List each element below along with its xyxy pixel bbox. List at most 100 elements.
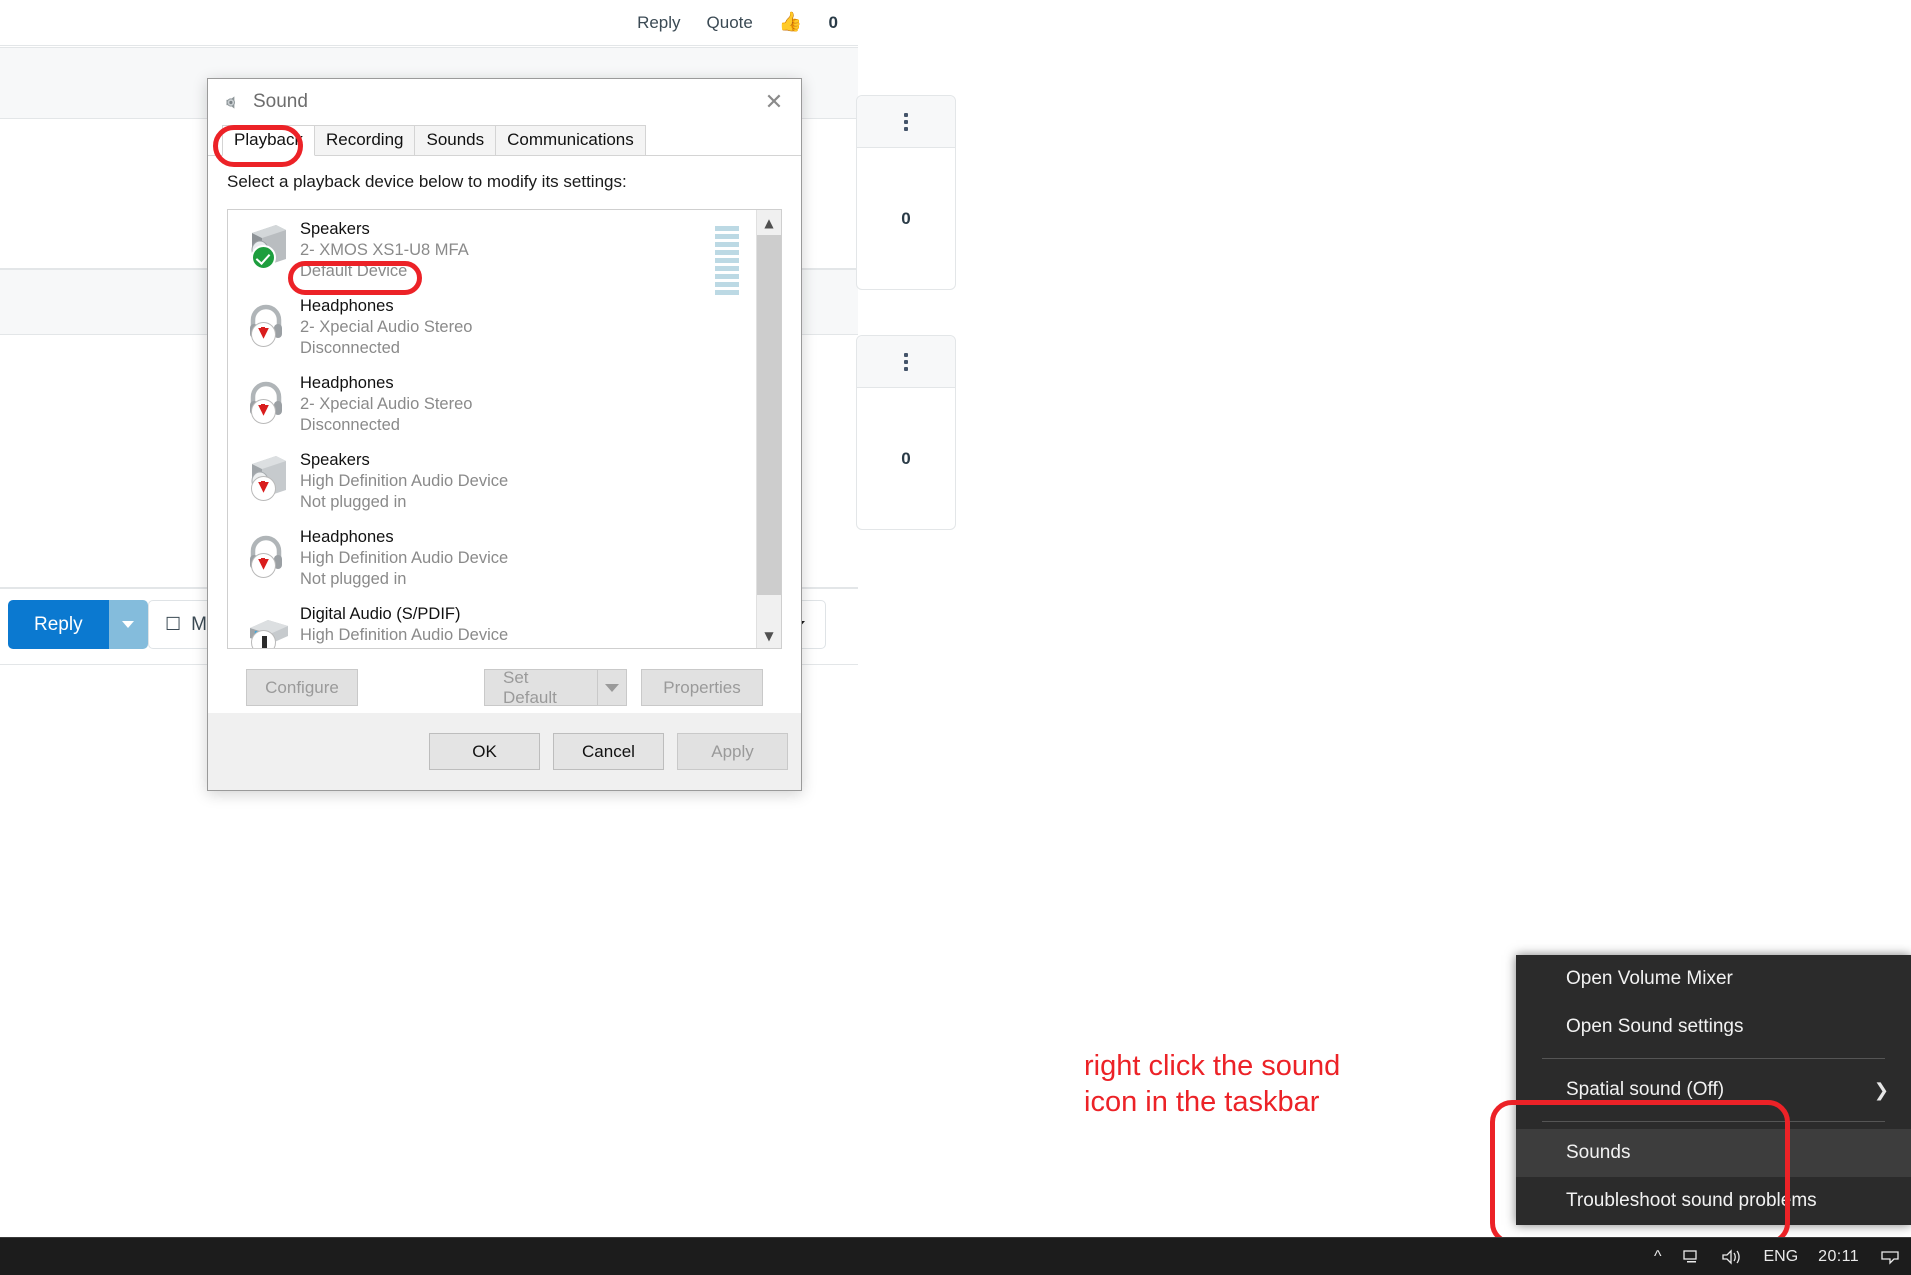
device-name: Headphones: [300, 528, 394, 546]
set-default-button[interactable]: Set Default: [484, 668, 597, 707]
volume-icon[interactable]: [1721, 1248, 1743, 1265]
device-driver: 2- Xpecial Audio Stereo: [300, 317, 473, 336]
playback-hint: Select a playback device below to modify…: [227, 172, 627, 191]
tab-recording[interactable]: Recording: [313, 124, 416, 155]
menu-item-open-sound-settings[interactable]: Open Sound settings: [1516, 1003, 1911, 1051]
network-icon[interactable]: [1681, 1249, 1701, 1265]
chevron-down-icon: [122, 621, 135, 628]
disconnected-arrow-icon: [251, 399, 276, 424]
device-status: Disconnected: [300, 415, 400, 434]
device-info: Headphones 2- Xpecial Audio Stereo Disco…: [300, 371, 472, 436]
card-menu-button[interactable]: [857, 96, 955, 148]
not-plugged-in-arrow-icon: [251, 553, 276, 578]
set-default-dropdown-button[interactable]: [597, 669, 627, 706]
post-reply-link[interactable]: Reply: [637, 13, 680, 33]
headphones-device-icon: [246, 294, 292, 347]
instruction-annotation: right click the sound icon in the taskba…: [1084, 1050, 1341, 1119]
menu-separator: [1542, 1121, 1885, 1122]
headphones-device-icon: [246, 371, 292, 424]
like-count: 0: [828, 12, 838, 32]
dialog-tabs: Playback Recording Sounds Communications: [208, 124, 801, 156]
default-device-check-icon: [251, 245, 276, 270]
sound-dialog: Sound ✕ Playback Recording Sounds Commun…: [207, 78, 802, 791]
device-name: Digital Audio (S/PDIF): [300, 605, 461, 623]
taskbar-clock[interactable]: 20:11: [1818, 1248, 1859, 1266]
reply-button-group[interactable]: Reply: [8, 600, 148, 649]
set-default-split-button[interactable]: Set Default: [484, 668, 627, 707]
device-driver: High Definition Audio Device: [300, 548, 509, 567]
device-list-scrollbar[interactable]: ▲ ▼: [756, 210, 781, 648]
reply-button[interactable]: Reply: [8, 600, 109, 649]
device-list-item[interactable]: Speakers 2- XMOS XS1-U8 MFA Default Devi…: [228, 210, 781, 295]
device-status: Disconnected: [300, 338, 400, 357]
chevron-up-icon[interactable]: ^: [1654, 1248, 1662, 1266]
post-action-row: Reply Quote 👍 0: [0, 0, 858, 46]
apply-button[interactable]: Apply: [677, 733, 788, 770]
volume-level-meter: [715, 226, 739, 295]
device-driver: High Definition Audio Device: [300, 471, 509, 490]
speaker-device-icon: [246, 217, 292, 270]
scrollbar-thumb[interactable]: [757, 235, 781, 595]
playback-device-list[interactable]: Speakers 2- XMOS XS1-U8 MFA Default Devi…: [227, 209, 782, 649]
headphones-device-icon: [246, 525, 292, 578]
menu-item-label: Spatial sound (Off): [1566, 1079, 1725, 1100]
close-icon[interactable]: ✕: [747, 79, 801, 125]
side-card: 0: [856, 95, 956, 290]
configure-button[interactable]: Configure: [246, 669, 358, 706]
chevron-up-icon[interactable]: ▲: [757, 210, 781, 235]
windows-taskbar: ^ ENG 20:11: [0, 1237, 1911, 1275]
device-info: Speakers 2- XMOS XS1-U8 MFA Default Devi…: [300, 217, 469, 282]
device-status: Disabled: [300, 646, 508, 648]
tab-playback[interactable]: Playback: [222, 124, 315, 156]
disabled-icon: [251, 630, 276, 648]
menu-item-open-volume-mixer[interactable]: Open Volume Mixer: [1516, 955, 1911, 1003]
device-name: Headphones: [300, 297, 394, 315]
language-indicator[interactable]: ENG: [1763, 1248, 1798, 1266]
action-center-icon[interactable]: [1879, 1249, 1901, 1265]
device-status: Default Device: [300, 261, 408, 280]
menu-separator: [1542, 1058, 1885, 1059]
device-driver: High Definition Audio Device: [300, 625, 509, 644]
device-list-item[interactable]: Headphones 2- Xpecial Audio Stereo Disco…: [228, 364, 781, 441]
device-list-item[interactable]: Speakers High Definition Audio Device No…: [228, 441, 781, 518]
dialog-titlebar: Sound ✕: [208, 79, 801, 125]
device-driver: 2- Xpecial Audio Stereo: [300, 394, 473, 413]
menu-item-troubleshoot-sound-problems[interactable]: Troubleshoot sound problems: [1516, 1177, 1911, 1225]
device-info: Headphones 2- Xpecial Audio Stereo Disco…: [300, 294, 472, 359]
device-name: Headphones: [300, 374, 394, 392]
tab-sounds[interactable]: Sounds: [414, 124, 497, 155]
card-count: 0: [901, 209, 911, 228]
device-list-item[interactable]: Headphones High Definition Audio Device …: [228, 518, 781, 595]
volume-tray-context-menu: Open Volume Mixer Open Sound settings Sp…: [1516, 955, 1911, 1225]
speaker-device-icon: [246, 448, 292, 501]
cancel-button[interactable]: Cancel: [553, 733, 664, 770]
tab-communications[interactable]: Communications: [495, 124, 646, 155]
ok-button[interactable]: OK: [429, 733, 540, 770]
device-info: Digital Audio (S/PDIF) High Definition A…: [300, 602, 509, 648]
menu-item-spatial-sound[interactable]: Spatial sound (Off) ❯: [1516, 1066, 1911, 1114]
dialog-footer: OK Cancel Apply: [208, 712, 801, 790]
not-plugged-in-arrow-icon: [251, 476, 276, 501]
side-card: 0: [856, 335, 956, 530]
reply-dropdown-button[interactable]: [108, 600, 148, 649]
post-quote-link[interactable]: Quote: [707, 13, 753, 33]
inbox-icon: ☐: [165, 614, 182, 634]
device-status: Not plugged in: [300, 492, 407, 511]
spdif-device-icon: [246, 602, 292, 648]
card-menu-button[interactable]: [857, 336, 955, 388]
card-count: 0: [901, 449, 911, 468]
properties-button[interactable]: Properties: [641, 669, 763, 706]
disconnected-arrow-icon: [251, 322, 276, 347]
menu-item-sounds[interactable]: Sounds: [1516, 1129, 1911, 1177]
device-list-item[interactable]: Headphones 2- Xpecial Audio Stereo Disco…: [228, 287, 781, 364]
chevron-down-icon: [605, 683, 619, 692]
thumbs-up-icon[interactable]: 👍: [779, 13, 803, 32]
device-action-buttons: Configure Set Default Properties: [227, 649, 782, 707]
device-info: Speakers High Definition Audio Device No…: [300, 448, 508, 513]
device-name: Speakers: [300, 451, 370, 469]
kebab-menu-icon[interactable]: [904, 352, 908, 371]
device-list-item[interactable]: Digital Audio (S/PDIF) High Definition A…: [228, 595, 781, 648]
chevron-right-icon: ❯: [1873, 1079, 1889, 1101]
chevron-down-icon[interactable]: ▼: [757, 623, 781, 648]
kebab-menu-icon[interactable]: [904, 112, 908, 131]
